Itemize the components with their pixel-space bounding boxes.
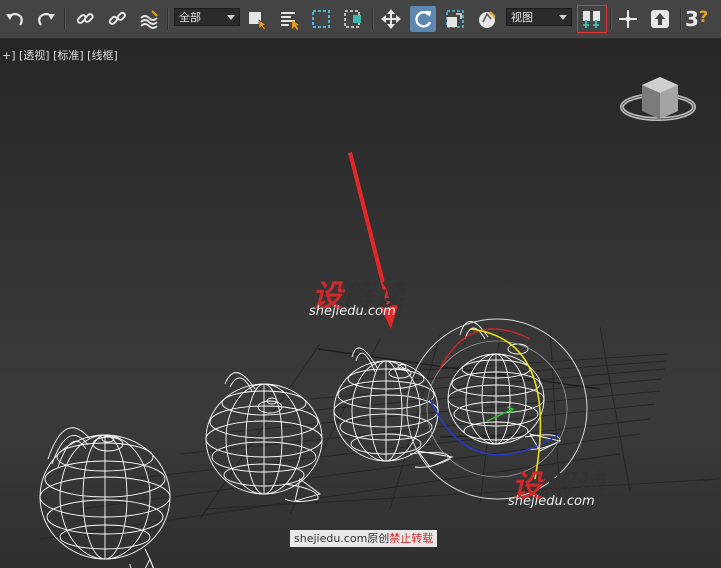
select-scale-icon — [446, 10, 464, 28]
teapot-wireframe[interactable] — [205, 372, 323, 502]
window-crossing-button[interactable] — [340, 6, 366, 32]
toolbar-separator — [372, 8, 374, 30]
selection-filter-value: 全部 — [179, 11, 201, 24]
toolbar-separator — [610, 8, 612, 30]
chevron-down-icon — [559, 15, 567, 20]
footer-watermark-warning: 禁止转载 — [389, 532, 434, 545]
select-move-button[interactable] — [378, 6, 404, 32]
toolbar-separator — [167, 8, 169, 30]
bind-spacewarp-icon — [140, 10, 158, 29]
snaps-toggle-label: 3 — [685, 7, 699, 31]
watermark-url-top: shejiedu.com — [309, 304, 396, 319]
select-place-icon — [479, 11, 496, 28]
toolbar-separator — [64, 8, 66, 30]
teapot-wireframe[interactable] — [39, 427, 171, 568]
redo-button[interactable] — [33, 6, 59, 32]
rect-selection-region-icon — [312, 10, 330, 28]
reference-coordinate-dropdown[interactable]: 视图 — [506, 8, 572, 26]
viewcube[interactable] — [620, 77, 696, 121]
watermark-url-bottom: shejiedu.com — [508, 494, 595, 509]
use-pivot-center-icon — [583, 11, 600, 28]
use-pivot-center-button[interactable] — [577, 5, 607, 33]
select-object-button[interactable] — [244, 6, 270, 32]
footer-watermark-tag: shejiedu.com原创禁止转载 — [290, 530, 438, 547]
keyboard-shortcut-icon — [651, 10, 669, 28]
redo-icon — [38, 12, 55, 26]
link-button[interactable] — [72, 6, 98, 32]
snaps-toggle-button[interactable]: 3? — [685, 7, 708, 31]
select-rotate-button[interactable] — [410, 6, 436, 32]
select-rotate-icon — [415, 11, 432, 28]
home-grid — [39, 326, 721, 540]
select-manipulate-icon — [619, 10, 637, 28]
keyboard-shortcut-button[interactable] — [647, 6, 673, 32]
undo-icon — [6, 12, 23, 26]
unlink-icon — [108, 11, 126, 25]
link-icon — [76, 13, 94, 24]
snaps-toggle-icon: ? — [698, 7, 709, 26]
bind-spacewarp-button[interactable] — [136, 6, 162, 32]
select-by-name-button[interactable] — [276, 6, 302, 32]
select-move-icon — [381, 9, 401, 29]
rect-selection-region-button[interactable] — [308, 6, 334, 32]
reference-coordinate-value: 视图 — [511, 11, 533, 24]
select-scale-button[interactable] — [442, 6, 468, 32]
max-window: 全部 视图 3? +] [透视] [标准] [线框] 设解读 shejiedu.… — [0, 0, 721, 568]
selection-filter-dropdown[interactable]: 全部 — [174, 8, 240, 26]
perspective-viewport[interactable]: +] [透视] [标准] [线框] 设解读 shejiedu.com 设解读 s… — [0, 39, 721, 568]
main-toolbar: 全部 视图 3? — [0, 0, 721, 39]
select-object-icon — [249, 12, 267, 30]
select-manipulate-button[interactable] — [615, 6, 641, 32]
select-by-name-icon — [281, 12, 299, 30]
unlink-button[interactable] — [104, 6, 130, 32]
footer-watermark-text: shejiedu.com原创 — [294, 532, 390, 545]
chevron-down-icon — [227, 15, 235, 20]
viewport-label-menu[interactable]: +] [透视] [标准] [线框] — [2, 47, 118, 63]
select-place-button[interactable] — [474, 6, 500, 32]
undo-button[interactable] — [2, 6, 28, 32]
toolbar-separator — [680, 8, 682, 30]
window-crossing-icon — [344, 10, 361, 28]
